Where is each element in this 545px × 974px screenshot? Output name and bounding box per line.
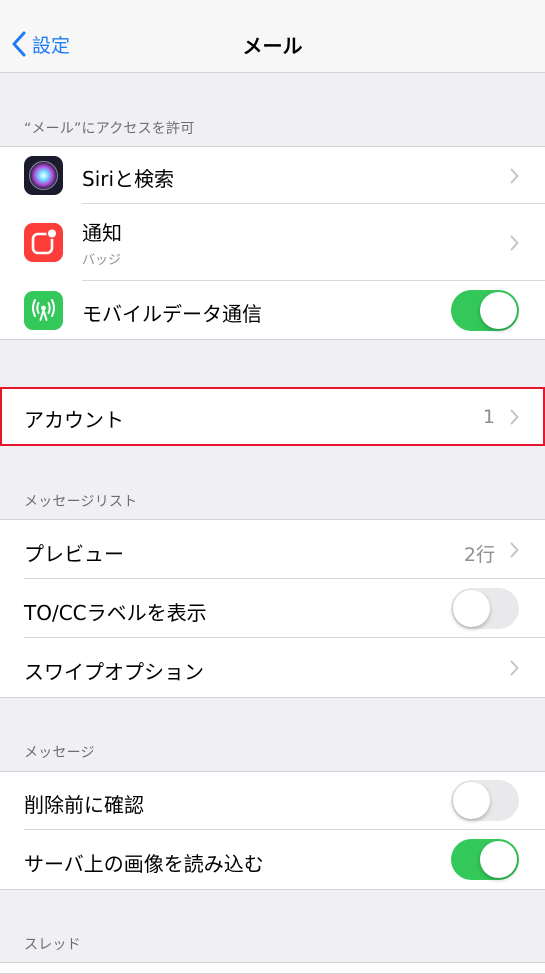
chevron-right-icon <box>510 235 519 251</box>
siri-icon <box>24 156 63 195</box>
cellular-antenna-icon <box>24 291 63 330</box>
preview-row[interactable]: プレビュー 2行 <box>0 520 545 579</box>
section-header-access: “メール”にアクセスを許可 <box>24 121 195 137</box>
cellular-toggle[interactable] <box>451 290 519 331</box>
confirm-delete-row: 削除前に確認 <box>0 772 545 830</box>
cellular-row: モバイルデータ通信 <box>0 281 545 339</box>
siri-label: Siriと検索 <box>82 167 175 191</box>
notifications-icon <box>24 223 63 262</box>
navigation-bar: 設定 メール <box>0 0 545 73</box>
notifications-row[interactable]: 通知 バッジ <box>0 204 545 281</box>
siri-row[interactable]: Siriと検索 <box>0 147 545 204</box>
chevron-right-icon <box>510 660 519 676</box>
chevron-right-icon <box>510 168 519 184</box>
load-images-row: サーバ上の画像を読み込む <box>0 830 545 889</box>
confirm-delete-label: 削除前に確認 <box>24 793 144 817</box>
swipe-options-label: スワイプオプション <box>24 660 204 684</box>
swipe-options-row[interactable]: スワイプオプション <box>0 638 545 697</box>
to-cc-row: TO/CCラベルを表示 <box>0 579 545 638</box>
section-header-messages: メッセージ <box>24 745 95 761</box>
load-images-label: サーバ上の画像を読み込む <box>24 852 264 876</box>
cellular-label: モバイルデータ通信 <box>82 302 262 326</box>
preview-label: プレビュー <box>24 542 124 566</box>
load-images-toggle[interactable] <box>451 839 519 880</box>
to-cc-label: TO/CCラベルを表示 <box>24 601 207 625</box>
thread-group <box>0 962 545 974</box>
highlight-box <box>0 387 545 446</box>
access-group: Siriと検索 通知 バッジ モバイルデータ通信 <box>0 146 545 340</box>
section-header-thread: スレッド <box>24 937 81 953</box>
preview-value: 2行 <box>463 544 495 566</box>
page-title: メール <box>242 34 303 58</box>
section-header-message-list: メッセージリスト <box>24 494 138 510</box>
to-cc-toggle[interactable] <box>451 588 519 629</box>
confirm-delete-toggle[interactable] <box>451 780 519 821</box>
chevron-right-icon <box>510 542 519 558</box>
notifications-sublabel: バッジ <box>82 253 122 268</box>
message-list-group: プレビュー 2行 TO/CCラベルを表示 スワイプオプション <box>0 519 545 698</box>
messages-group: 削除前に確認 サーバ上の画像を読み込む <box>0 771 545 890</box>
notifications-label: 通知 <box>82 221 122 245</box>
